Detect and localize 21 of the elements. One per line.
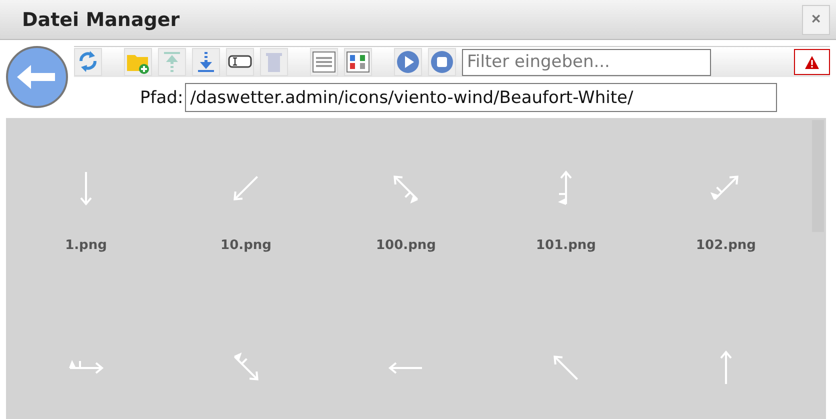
path-label: Pfad: [140,88,184,108]
file-name[interactable]: 101.png [536,238,596,253]
stop-button[interactable] [428,48,456,76]
file-name[interactable]: 1.png [65,238,107,253]
file-name[interactable]: 10.png [220,238,272,253]
play-button[interactable] [394,48,422,76]
file-name[interactable]: 100.png [376,238,436,253]
list-button[interactable] [310,48,338,76]
text-field-button[interactable] [226,48,254,76]
filter-field[interactable]: Filter eingeben... [462,48,711,76]
close-button[interactable]: × [802,4,830,34]
left-arrow-icon [17,65,57,89]
tiles-button[interactable] [344,48,372,76]
path-field[interactable]: /daswetter.admin/icons/viento-wind/Beaufort-White/ [185,83,778,112]
warning-icon [805,56,819,68]
window-title: Datei Manager [22,8,180,30]
refresh-button[interactable] [74,48,102,76]
folder-plus-button[interactable] [124,48,152,76]
download-button[interactable] [192,48,220,76]
warning-button[interactable] [794,49,830,75]
file-name[interactable]: 102.png [696,238,756,253]
